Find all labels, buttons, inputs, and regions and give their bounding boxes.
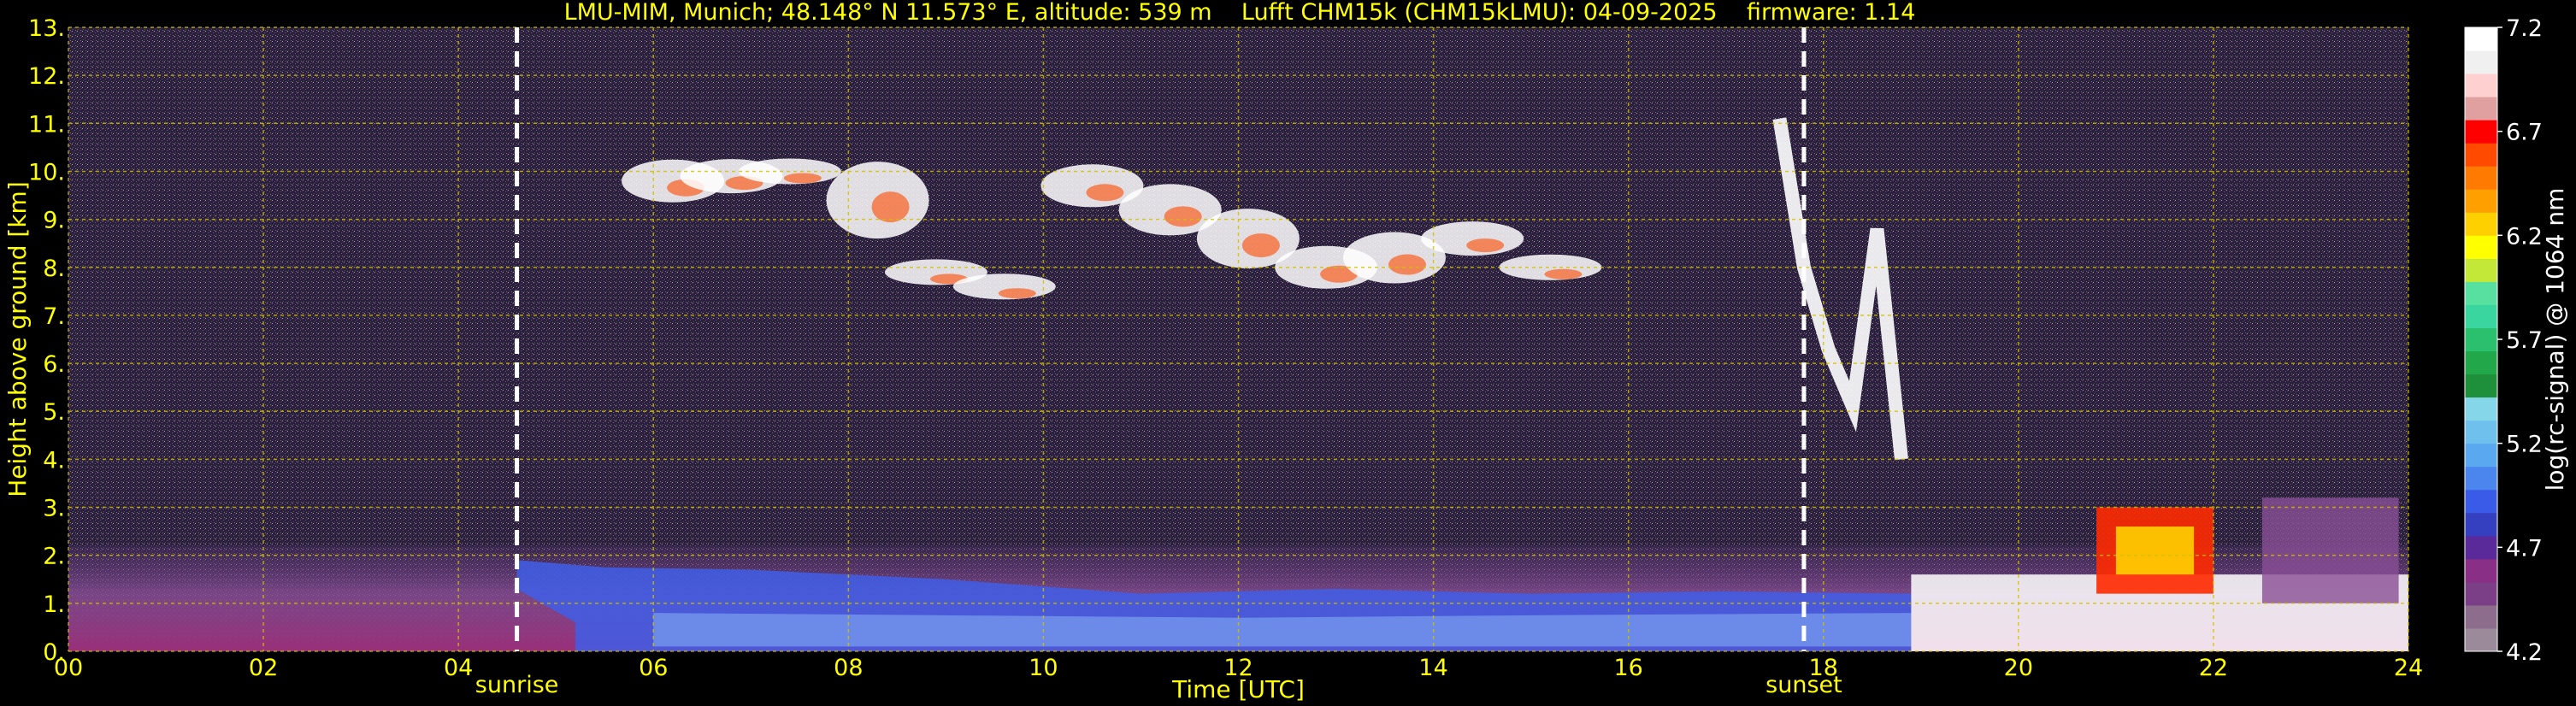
ceilometer-chart: 00 02 04 06 08 10 12 14 16 18 20 22 24 0.1.2.3.4.5.6… [3,15,2569,703]
colorbar-segment [2465,466,2497,491]
x-tick-label: 16 [1613,655,1642,681]
x-tick-label: 06 [639,655,668,681]
y-tick-label: 3. [43,496,65,522]
x-tick-label: 22 [2199,655,2228,681]
colorbar-segment [2465,281,2497,305]
haze-night [2261,497,2399,603]
sunrise-label: sunrise [475,672,559,698]
colorbar-segment [2465,558,2497,583]
y-tick-label: 6. [43,351,65,378]
colorbar-segment [2465,397,2497,421]
colorbar-label: log(rc-signal) @ 1064 nm [2541,188,2569,491]
y-tick-label: 7. [43,303,65,330]
colorbar-tick-label: 6.2 [2506,223,2543,250]
colorbar-tick-label: 4.7 [2506,535,2543,562]
colorbar-tick-label: 6.7 [2506,120,2543,146]
colorbar-segment [2465,97,2497,121]
colorbar-segment [2465,143,2497,167]
y-tick-label: 5. [43,399,65,426]
colorbar-segment [2465,235,2497,259]
y-tick-label: 8. [43,256,65,282]
y-axis-label: Height above ground [km] [3,181,32,497]
colorbar-tick-label: 5.2 [2506,432,2543,458]
colorbar-segment [2465,535,2497,560]
colorbar-segment [2465,489,2497,514]
colorbar-segment [2465,420,2497,444]
colorbar-segment [2465,443,2497,468]
y-tick-label: 1. [43,591,65,618]
cirrus-core [1086,184,1124,202]
cirrus-cloud [1421,221,1524,256]
cirrus-core [1466,238,1505,253]
y-axis-ticks: 0. 1. 2. 3. 4. 5. 6. 7. 8. 9. 10. 11. 12. 13. [28,15,65,666]
y-tick-label: 11. [28,111,65,138]
colorbar-segment [2465,50,2497,74]
x-tick-label: 20 [2004,655,2033,681]
colorbar-segment [2465,604,2497,629]
y-tick-label: 2. [43,544,65,570]
plot-area [68,27,2408,651]
colorbar-segment [2465,189,2497,213]
cirrus-core [1164,206,1202,227]
colorbar-segment [2465,581,2497,606]
colorbar-segment [2465,374,2497,398]
y-tick-label: 13. [28,15,65,42]
colorbar: 4.2 4.7 5.2 5.7 6.2 6.7 7.2 [2464,15,2543,666]
colorbar-segment [2465,304,2497,328]
aerosol-layer-lower [653,613,1912,647]
colorbar-segment [2465,120,2497,144]
colorbar-segment [2465,350,2497,375]
cirrus-core [871,191,910,223]
x-tick-label: 24 [2394,655,2423,681]
x-tick-label: 10 [1029,655,1058,681]
y-tick-label: 4. [43,447,65,474]
y-tick-label: 0. [43,639,65,666]
colorbar-segment [2465,74,2497,97]
x-axis-label: Time [UTC] [1171,675,1305,703]
cirrus-core [998,288,1036,299]
dense-cloud-core [2115,527,2195,575]
colorbar-segment [2465,258,2497,282]
colorbar-tick-label: 7.2 [2506,15,2543,42]
colorbar-segment [2465,627,2497,652]
y-tick-label: 12. [28,63,65,90]
x-tick-label: 02 [249,655,278,681]
x-tick-label: 14 [1418,655,1447,681]
cirrus-core [1388,254,1426,275]
colorbar-segment [2465,166,2497,190]
cirrus-core [1241,233,1280,258]
cirrus-core [783,173,822,184]
colorbar-segment [2465,212,2497,236]
colorbar-segment [2465,327,2497,352]
colorbar-tick-label: 4.2 [2506,639,2543,666]
x-tick-label: 08 [834,655,863,681]
colorbar-segment [2465,27,2497,51]
colorbar-tick-label: 5.7 [2506,327,2543,354]
y-tick-label: 10. [28,159,65,185]
sunset-label: sunset [1765,672,1842,698]
cirrus-core [1544,268,1583,279]
y-tick-label: 9. [43,208,65,234]
x-tick-label: 04 [444,655,473,681]
colorbar-segment [2465,512,2497,537]
